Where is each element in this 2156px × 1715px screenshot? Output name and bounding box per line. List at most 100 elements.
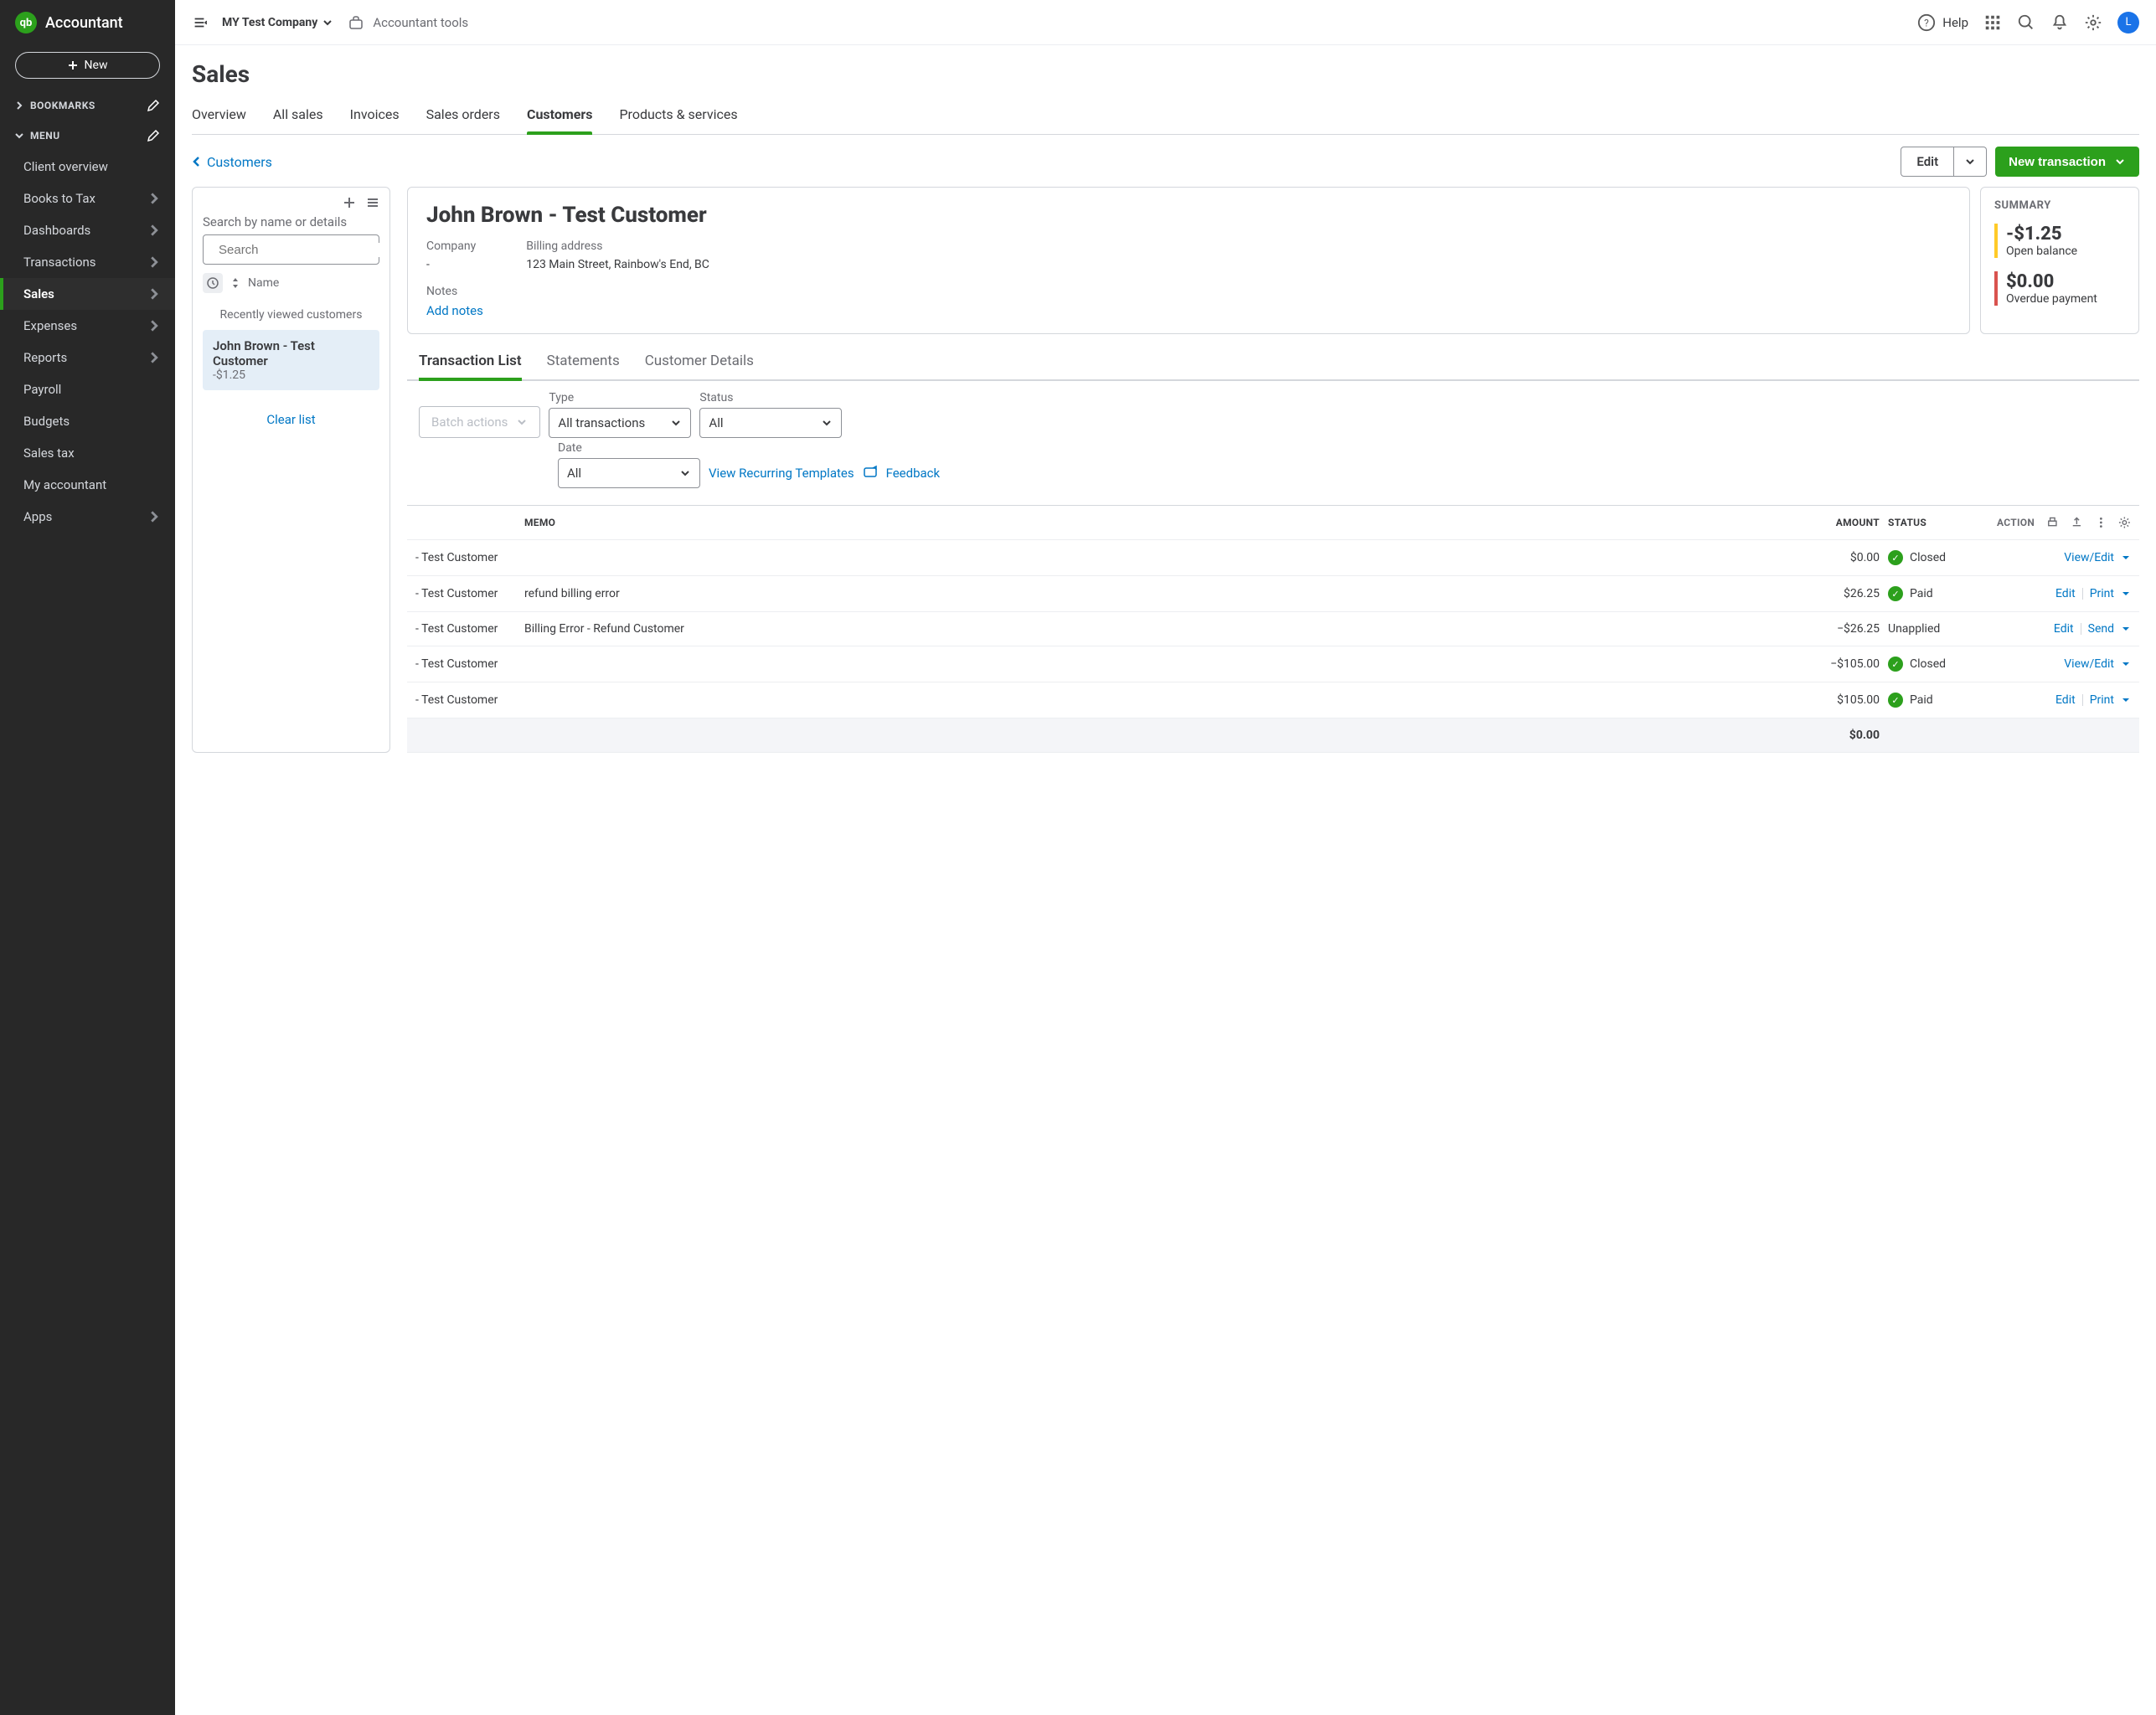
edit-bookmarks-icon[interactable] <box>147 99 160 112</box>
caret-down-icon[interactable] <box>2121 624 2131 634</box>
apps-grid-icon[interactable] <box>1983 13 2002 32</box>
sidebar-item-sales[interactable]: Sales <box>0 278 175 310</box>
menu-section[interactable]: MENU <box>0 121 175 151</box>
sidebar-item-my-accountant[interactable]: My accountant <box>0 469 175 501</box>
sidebar-item-sales-tax[interactable]: Sales tax <box>0 437 175 469</box>
date-filter-value: All <box>567 466 581 481</box>
sidebar-item-apps[interactable]: Apps <box>0 501 175 533</box>
feedback-link[interactable]: Feedback <box>886 466 941 481</box>
sidebar-item-payroll[interactable]: Payroll <box>0 373 175 405</box>
sidebar-item-expenses[interactable]: Expenses <box>0 310 175 342</box>
view-recurring-link[interactable]: View Recurring Templates <box>709 466 854 481</box>
row-memo: refund billing error <box>524 587 1787 600</box>
qb-logo-icon: qb <box>15 12 37 33</box>
date-filter-label: Date <box>558 441 700 455</box>
tab-invoices[interactable]: Invoices <box>350 98 400 134</box>
sidebar-item-budgets[interactable]: Budgets <box>0 405 175 437</box>
inner-tab-transaction-list[interactable]: Transaction List <box>419 344 522 379</box>
row-action-link[interactable]: View/Edit <box>2064 551 2114 564</box>
tab-products-services[interactable]: Products & services <box>619 98 737 134</box>
type-filter-dropdown[interactable]: All transactions <box>549 408 691 438</box>
collapse-sidebar-icon[interactable] <box>192 15 207 30</box>
table-row[interactable]: - Test Customer$0.00✓ClosedView/Edit <box>407 540 2139 576</box>
gear-icon[interactable] <box>2084 13 2102 32</box>
print-icon[interactable] <box>2046 516 2059 529</box>
customer-item-balance: -$1.25 <box>213 368 369 382</box>
briefcase-icon <box>348 14 364 31</box>
row-action-link[interactable]: Edit <box>2054 622 2074 636</box>
notes-label: Notes <box>426 285 1951 298</box>
status-filter-value: All <box>709 415 723 430</box>
check-icon: ✓ <box>1888 586 1903 601</box>
row-action-link[interactable]: View/Edit <box>2064 657 2114 671</box>
more-icon[interactable] <box>2095 516 2107 529</box>
tab-sales-orders[interactable]: Sales orders <box>426 98 500 134</box>
accountant-tools-link[interactable]: Accountant tools <box>348 14 468 31</box>
row-name: - Test Customer <box>415 622 516 636</box>
back-to-customers-link[interactable]: Customers <box>192 154 272 170</box>
sidebar-item-dashboards[interactable]: Dashboards <box>0 214 175 246</box>
batch-actions-button[interactable]: Batch actions <box>419 406 540 438</box>
sidebar-item-client-overview[interactable]: Client overview <box>0 151 175 183</box>
feedback-icon <box>863 465 879 482</box>
help-button[interactable]: ? Help <box>1917 13 1968 32</box>
company-selector[interactable]: MY Test Company <box>222 16 333 29</box>
chevron-right-icon <box>148 256 160 268</box>
table-footer: $0.00 <box>407 718 2139 753</box>
sidebar-item-reports[interactable]: Reports <box>0 342 175 373</box>
row-actions: View/Edit <box>1997 551 2131 564</box>
table-settings-icon[interactable] <box>2118 516 2131 529</box>
row-amount: −$105.00 <box>1796 657 1880 671</box>
list-settings-icon[interactable] <box>366 196 379 209</box>
sidebar-item-transactions[interactable]: Transactions <box>0 246 175 278</box>
add-customer-icon[interactable] <box>343 196 356 209</box>
edit-button[interactable]: Edit <box>1901 147 1954 177</box>
table-row[interactable]: - Test Customer$105.00✓PaidEditPrint <box>407 682 2139 718</box>
row-action-link[interactable]: Edit <box>2055 693 2076 707</box>
sidebar-header: qb Accountant <box>0 0 175 45</box>
caret-down-icon[interactable] <box>2121 553 2131 563</box>
search-icon[interactable] <box>2017 13 2035 32</box>
row-name: - Test Customer <box>415 587 516 600</box>
row-status: ✓Closed <box>1888 550 1988 565</box>
tab-overview[interactable]: Overview <box>192 98 246 134</box>
date-filter-dropdown[interactable]: All <box>558 458 700 488</box>
row-action-link[interactable]: Print <box>2090 693 2114 707</box>
inner-tab-customer-details[interactable]: Customer Details <box>645 344 754 379</box>
bookmarks-section[interactable]: BOOKMARKS <box>0 90 175 121</box>
sort-row[interactable]: Name <box>203 273 379 293</box>
status-filter-dropdown[interactable]: All <box>699 408 842 438</box>
edit-dropdown-button[interactable] <box>1954 147 1987 177</box>
inner-tabs: Transaction List Statements Customer Detai… <box>407 344 2139 381</box>
caret-down-icon[interactable] <box>2121 695 2131 705</box>
new-transaction-button[interactable]: New transaction <box>1995 147 2139 177</box>
edit-menu-icon[interactable] <box>147 129 160 142</box>
customer-search-input[interactable] <box>219 243 385 257</box>
export-icon[interactable] <box>2071 516 2083 529</box>
row-action-link[interactable]: Edit <box>2055 587 2076 600</box>
overdue-label: Overdue payment <box>2006 292 2125 306</box>
customer-search-box[interactable] <box>203 234 379 265</box>
bell-icon[interactable] <box>2050 13 2069 32</box>
new-button[interactable]: New <box>15 52 160 79</box>
user-avatar[interactable]: L <box>2117 12 2139 33</box>
check-icon: ✓ <box>1888 693 1903 708</box>
tab-all-sales[interactable]: All sales <box>273 98 323 134</box>
table-row[interactable]: - Test Customerrefund billing error$26.2… <box>407 576 2139 612</box>
sidebar-item-label: Apps <box>23 509 52 524</box>
clear-list-link[interactable]: Clear list <box>203 412 379 427</box>
table-row[interactable]: - Test Customer−$105.00✓ClosedView/Edit <box>407 646 2139 682</box>
sidebar-item-books-to-tax[interactable]: Books to Tax <box>0 183 175 214</box>
row-action-link[interactable]: Print <box>2090 587 2114 600</box>
customer-list-item[interactable]: John Brown - Test Customer -$1.25 <box>203 330 379 390</box>
caret-down-icon[interactable] <box>2121 659 2131 669</box>
add-notes-link[interactable]: Add notes <box>426 303 1951 318</box>
caret-down-icon[interactable] <box>2121 589 2131 599</box>
row-actions: Edit Print <box>1997 587 2131 600</box>
tab-customers[interactable]: Customers <box>527 98 592 134</box>
table-row[interactable]: - Test CustomerBilling Error - Refund Cu… <box>407 612 2139 646</box>
row-status-text: Closed <box>1910 657 1946 671</box>
inner-tab-statements[interactable]: Statements <box>547 344 620 379</box>
sidebar-item-label: Sales <box>23 286 54 301</box>
row-action-link[interactable]: Send <box>2088 622 2114 636</box>
